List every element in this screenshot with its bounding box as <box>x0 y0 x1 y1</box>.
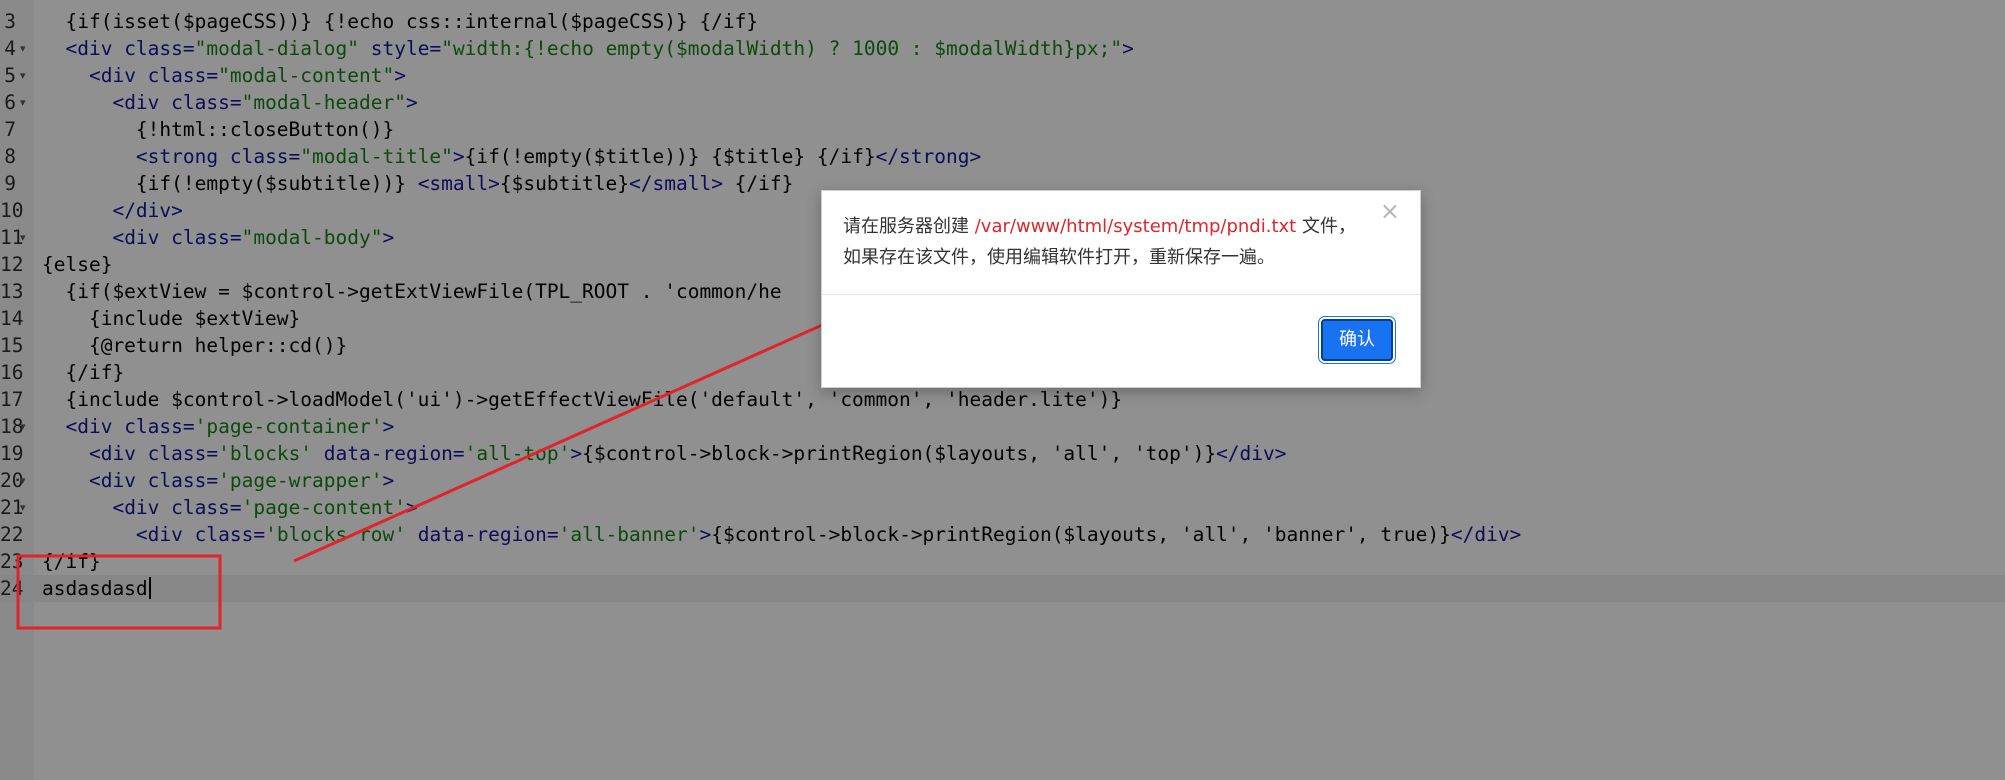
close-icon[interactable]: × <box>1380 197 1400 225</box>
dialog-message: 请在服务器创建 /var/www/html/system/tmp/pndi.tx… <box>843 211 1373 273</box>
dialog-divider <box>822 294 1420 295</box>
annotation-overlay <box>16 241 1010 630</box>
confirm-button[interactable]: 确认 <box>1321 319 1393 361</box>
alert-dialog: × 请在服务器创建 /var/www/html/system/tmp/pndi.… <box>821 190 1421 388</box>
highlight-box <box>16 554 222 630</box>
message-prefix: 请在服务器创建 <box>843 216 975 237</box>
file-path: /var/www/html/system/tmp/pndi.txt <box>974 216 1297 237</box>
